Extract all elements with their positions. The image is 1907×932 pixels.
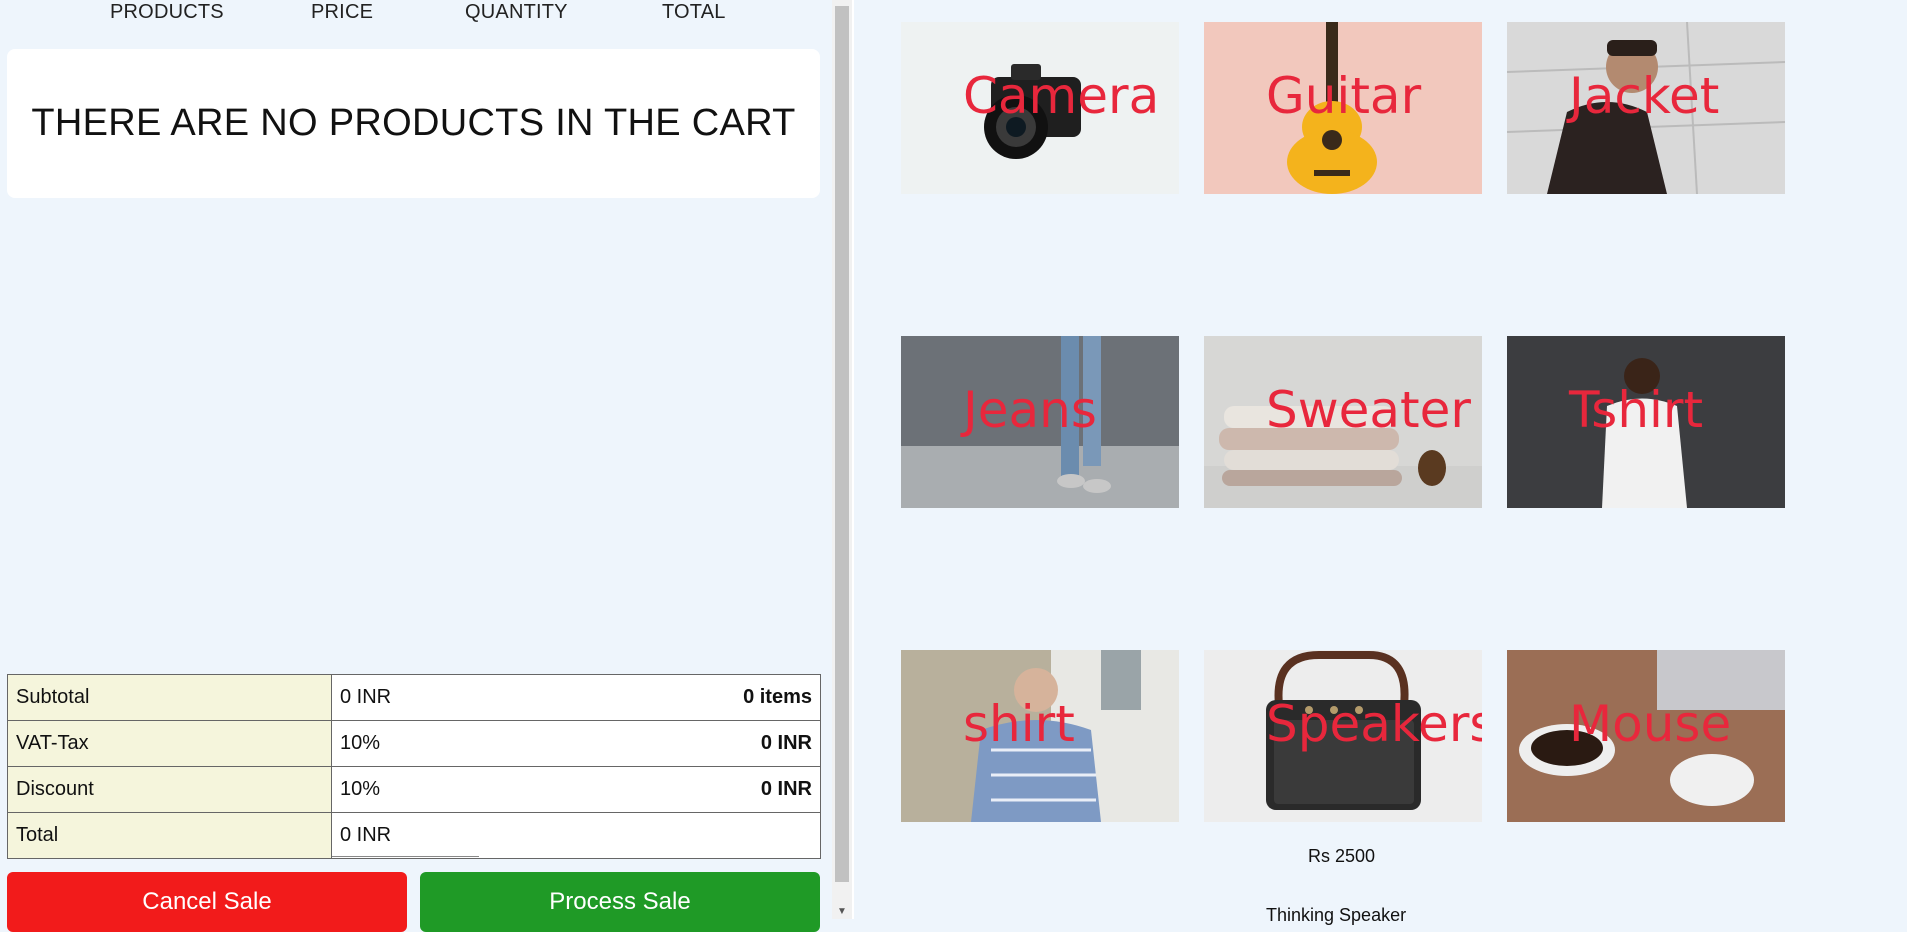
featured-price: Rs 2500 <box>1308 846 1376 866</box>
product-tile-jeans[interactable]: Jeans <box>901 336 1179 508</box>
product-name: Guitar <box>1266 67 1422 125</box>
summary-label: VAT-Tax <box>7 720 332 767</box>
summary-row-total: Total 0 INR <box>7 812 821 859</box>
column-price: PRICE <box>311 1 374 23</box>
column-products: PRODUCTS <box>110 1 224 23</box>
vat-rate[interactable]: 10% <box>340 732 380 755</box>
summary-extra: 0 items <box>743 686 812 708</box>
product-tile-sweater[interactable]: Sweater <box>1204 336 1482 508</box>
product-tile-guitar[interactable]: Guitar <box>1204 22 1482 194</box>
total-underline <box>332 856 479 857</box>
product-name: Speakers <box>1266 695 1482 753</box>
left-scrollbar[interactable]: ▼ <box>832 0 852 919</box>
product-name: Mouse <box>1569 695 1732 753</box>
process-sale-button[interactable]: Process Sale <box>420 872 820 932</box>
scroll-down-arrow-icon[interactable]: ▼ <box>837 906 847 917</box>
summary-extra: 0 INR <box>760 732 812 754</box>
product-name: Camera <box>963 67 1160 125</box>
product-grid: Camera Guitar Jacket Jeans Sweater Tshir… <box>854 0 1907 925</box>
summary-label: Total <box>7 812 332 859</box>
column-quantity: QUANTITY <box>465 1 568 23</box>
summary-extra: 0 INR <box>760 778 812 800</box>
product-name: Sweater <box>1266 381 1471 439</box>
cart-panel: PRODUCTS PRICE QUANTITY TOTAL THERE ARE … <box>0 0 832 932</box>
product-name: shirt <box>963 695 1075 753</box>
empty-cart-message: THERE ARE NO PRODUCTS IN THE CART <box>31 102 796 144</box>
product-name: Jacket <box>1569 67 1720 125</box>
product-name: Jeans <box>963 381 1097 439</box>
discount-rate[interactable]: 10% <box>340 778 380 801</box>
cart-header: PRODUCTS PRICE QUANTITY TOTAL <box>0 0 832 26</box>
featured-partial-text: Thinking Speaker <box>1266 905 1407 925</box>
summary-row-subtotal: Subtotal 0 INR 0 items <box>7 674 821 721</box>
product-name: Tshirt <box>1569 381 1704 439</box>
product-tile-jacket[interactable]: Jacket <box>1507 22 1785 194</box>
product-tile-tshirt[interactable]: Tshirt <box>1507 336 1785 508</box>
product-tile-speakers[interactable]: Speakers <box>1204 650 1482 822</box>
summary-row-discount: Discount 10% 0 INR <box>7 766 821 813</box>
summary-label: Discount <box>7 766 332 813</box>
column-total: TOTAL <box>662 1 726 23</box>
summary-label: Subtotal <box>7 674 332 721</box>
summary-value: 0 INR <box>340 686 392 708</box>
product-tile-camera[interactable]: Camera <box>901 22 1179 194</box>
total-value: 0 INR <box>340 824 392 846</box>
scrollbar-thumb[interactable] <box>835 6 849 882</box>
product-tile-shirt[interactable]: shirt <box>901 650 1179 822</box>
empty-cart-message-box: THERE ARE NO PRODUCTS IN THE CART <box>7 49 820 198</box>
cancel-sale-button[interactable]: Cancel Sale <box>7 872 407 932</box>
summary-row-vat: VAT-Tax 10% 0 INR <box>7 720 821 767</box>
cart-summary-table: Subtotal 0 INR 0 items VAT-Tax 10% 0 INR… <box>7 674 821 859</box>
product-tile-mouse[interactable]: Mouse <box>1507 650 1785 822</box>
